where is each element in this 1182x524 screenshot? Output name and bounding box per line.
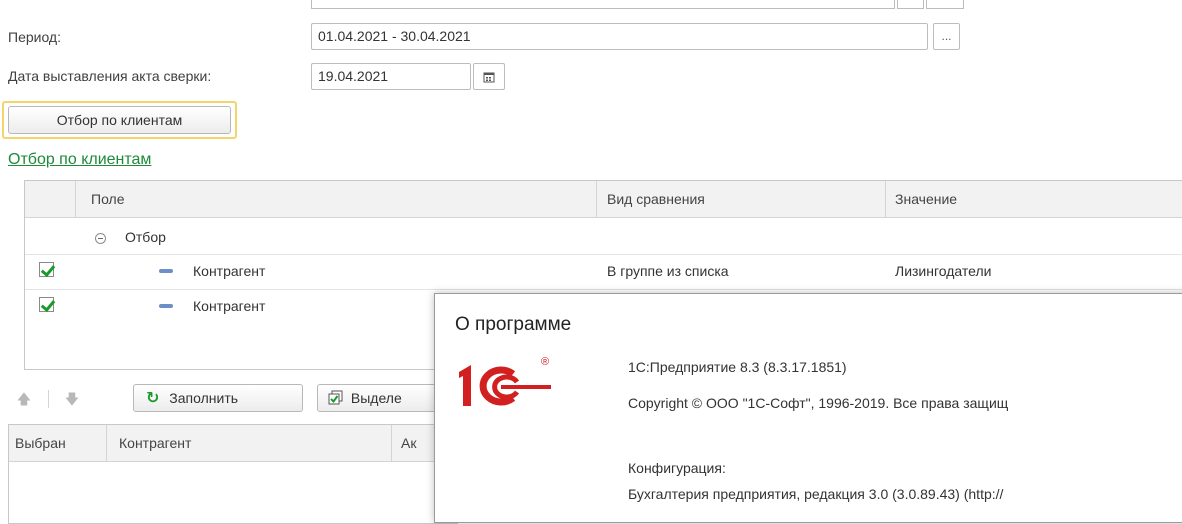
- column-separator: [885, 181, 886, 218]
- column-separator: [75, 181, 76, 218]
- row-1-field[interactable]: Контрагент: [193, 263, 265, 279]
- configuration-value: Бухгалтерия предприятия, редакция 3.0 (3…: [628, 486, 1004, 502]
- column-header-field[interactable]: Поле: [91, 191, 125, 207]
- toolbar-separator: [48, 390, 49, 408]
- period-field[interactable]: 01.04.2021 - 30.04.2021: [311, 23, 928, 50]
- fill-button[interactable]: ↻ Заполнить: [133, 384, 303, 412]
- row-1-comparison[interactable]: В группе из списка: [607, 263, 729, 279]
- column-separator: [391, 425, 392, 462]
- filter-by-clients-link[interactable]: Отбор по клиентам: [8, 151, 151, 169]
- column-header-comparison[interactable]: Вид сравнения: [607, 191, 705, 207]
- column-separator: [596, 181, 597, 218]
- registered-mark: ®: [541, 356, 550, 368]
- platform-version: 1С:Предприятие 8.3 (8.3.17.1851): [628, 359, 847, 375]
- row-2-checkbox[interactable]: [39, 297, 54, 312]
- row-divider: [25, 289, 1182, 290]
- row-divider: [25, 254, 1182, 255]
- period-select-button[interactable]: ...: [933, 23, 960, 50]
- column-header-act[interactable]: Ак: [401, 435, 416, 451]
- condition-dash-icon: [159, 304, 173, 308]
- calendar-button[interactable]: [473, 63, 505, 90]
- down-arrow-icon: 🡇: [64, 391, 80, 407]
- refresh-icon: ↻: [146, 390, 160, 407]
- row-1-value[interactable]: Лизингодатели: [895, 263, 991, 279]
- select-all-label: Выделе: [350, 390, 402, 406]
- group-label: Отбор: [125, 229, 166, 245]
- move-down-button[interactable]: 🡇: [60, 387, 84, 411]
- select-all-icon: [328, 390, 343, 405]
- configuration-label: Конфигурация:: [628, 460, 726, 476]
- top-clipped-field-button-2[interactable]: [926, 0, 964, 9]
- up-arrow-icon: 🡅: [16, 391, 32, 407]
- clients-table: Выбран Контрагент Ак: [8, 424, 459, 524]
- date-label: Дата выставления акта сверки:: [8, 68, 212, 84]
- condition-dash-icon: [159, 269, 173, 273]
- move-up-button[interactable]: 🡅: [12, 387, 36, 411]
- column-separator: [106, 425, 107, 462]
- about-dialog-title: О программе: [455, 314, 572, 335]
- collapse-group-icon[interactable]: [95, 233, 106, 244]
- 1c-logo: 1С ®: [455, 356, 555, 410]
- filter-table-header: [25, 181, 1182, 218]
- column-header-selected[interactable]: Выбран: [15, 435, 66, 451]
- copyright-text: Copyright © ООО "1С-Софт", 1996-2019. Вс…: [628, 395, 1009, 411]
- column-header-value[interactable]: Значение: [895, 191, 957, 207]
- calendar-icon: [483, 72, 495, 83]
- row-2-field[interactable]: Контрагент: [193, 298, 265, 314]
- row-1-checkbox[interactable]: [39, 262, 54, 277]
- 1c-logo-icon: [459, 365, 551, 406]
- date-field[interactable]: 19.04.2021: [311, 63, 471, 90]
- about-dialog: О программе 1С ® 1С:Предприятие 8.3 (8.3…: [434, 293, 1182, 523]
- period-label: Период:: [8, 29, 61, 45]
- top-clipped-field-button[interactable]: [897, 0, 924, 9]
- fill-button-label: Заполнить: [169, 390, 239, 406]
- filter-by-clients-button[interactable]: Отбор по клиентам: [8, 106, 231, 134]
- top-clipped-field[interactable]: [311, 0, 895, 9]
- column-header-counterparty[interactable]: Контрагент: [119, 435, 191, 451]
